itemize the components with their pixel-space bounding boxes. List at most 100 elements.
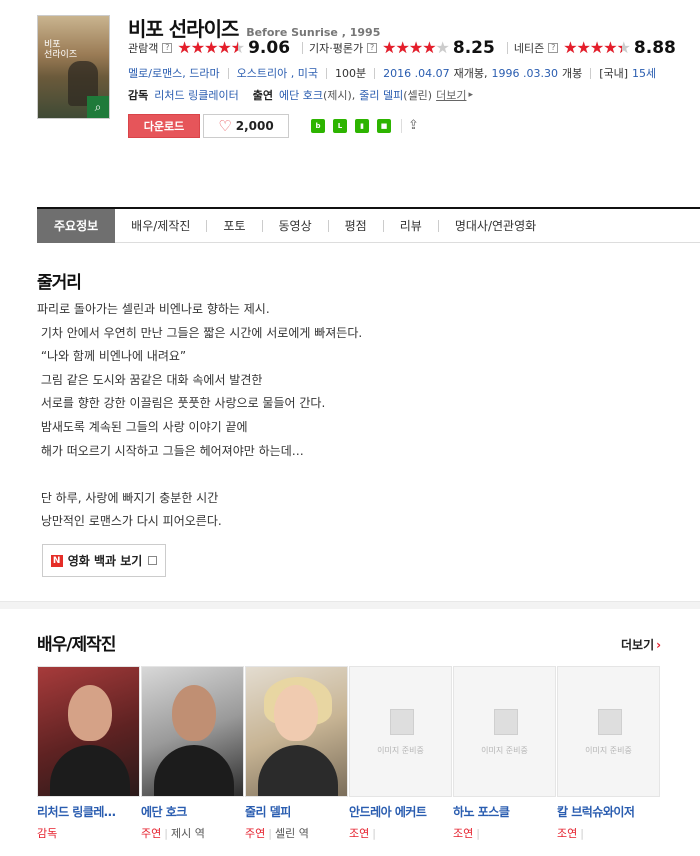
star-rating: ★★★★★★★★★★ (563, 38, 631, 57)
poster-title: 비포 선라이즈 (44, 40, 78, 60)
director-link[interactable]: 리처드 링클레이터 (154, 87, 238, 103)
genre-link[interactable]: 멜로/로맨스, 드라마 (128, 65, 220, 81)
cast-card[interactable]: 리처드 링클레… 감독 (37, 666, 140, 841)
divider (302, 42, 304, 54)
magnify-icon[interactable]: ⌕ (87, 96, 109, 118)
like-count: 2,000 (235, 119, 274, 133)
runtime: 100분 (335, 67, 367, 80)
external-link-icon (148, 556, 158, 565)
cast-name[interactable]: 하노 포스클 (453, 803, 556, 820)
rating-score: 8.25 (452, 38, 495, 58)
cast-photo[interactable] (141, 666, 244, 797)
line-icon[interactable]: L (333, 119, 347, 133)
encyclopedia-label: 영화 백과 보기 (67, 554, 143, 568)
action-row: 다운로드 ♡ 2,000 b L ▮ ■ ⇪ (128, 114, 424, 138)
cast-role: (제시), (322, 89, 356, 102)
synopsis-title: 줄거리 (37, 273, 82, 293)
image-placeholder-icon (494, 709, 518, 735)
rating-netizen: 네티즌 ? ★★★★★★★★★★ 8.88 (514, 38, 676, 58)
rerelease-note: 재개봉, (453, 67, 488, 80)
credits: 감독 리처드 링클레이터 출연 에단 호크 (제시), 줄리 델피 (셀린) 더… (128, 87, 473, 103)
cast-photo[interactable] (37, 666, 140, 797)
cast-card[interactable]: 에단 호크 주연 | 제시 역 (141, 666, 244, 841)
placeholder-text: 이미지 준비중 (377, 746, 424, 755)
cast-name[interactable]: 안드레아 에커트 (349, 803, 452, 820)
rating-score: 8.88 (633, 38, 676, 58)
tab-bar: 주요정보 배우/제작진 포토 동영상 평점 리뷰 명대사/연관영화 (37, 207, 700, 243)
divider (401, 119, 402, 133)
cast-role: 조연 | (557, 827, 584, 840)
me-icon[interactable]: ■ (377, 119, 391, 133)
help-icon[interactable]: ? (367, 43, 378, 53)
tab-photo[interactable]: 포토 (207, 209, 261, 243)
release-date[interactable]: 1996 .03.30 (491, 67, 557, 80)
cast-role: 주연 | 셀린 역 (245, 827, 309, 840)
share-icon[interactable]: ⇪ (408, 119, 424, 133)
credits-more-link[interactable]: 더보기 (436, 87, 466, 103)
cast-list: 리처드 링클레… 감독 에단 호크 주연 | 제시 역 줄리 델피 주연 | 셀린 역 … (37, 666, 700, 856)
share-icons: b L ▮ ■ ⇪ (311, 119, 424, 133)
star-rating: ★★★★★★★★★★ (177, 38, 245, 57)
placeholder-text: 이미지 준비중 (481, 746, 528, 755)
cast-photo[interactable] (245, 666, 348, 797)
cast-more-label: 더보기 (621, 638, 655, 652)
synopsis-text: 파리로 돌아가는 셀린과 비엔나로 향하는 제시. 기차 안에서 우연히 만난 … (37, 302, 363, 529)
cast-card[interactable]: 이미지 준비중 안드레아 에커트 조연 | (349, 666, 452, 841)
cast-card[interactable]: 이미지 준비중 하노 포스클 조연 | (453, 666, 556, 841)
rating-label: 기자·평론가 (309, 42, 364, 55)
cast-role: 주연 | 제시 역 (141, 827, 205, 840)
country-link[interactable]: 오스트리아 , 미국 (237, 65, 318, 81)
cast-photo-placeholder[interactable]: 이미지 준비중 (453, 666, 556, 797)
rating-label: 네티즌 (513, 42, 545, 55)
encyclopedia-button[interactable]: N 영화 백과 보기 (42, 544, 166, 577)
image-placeholder-icon (598, 709, 622, 735)
tab-rating[interactable]: 평점 (329, 209, 383, 243)
like-button[interactable]: ♡ 2,000 (203, 114, 289, 138)
naver-icon: N (50, 554, 63, 567)
tab-review[interactable]: 리뷰 (384, 209, 438, 243)
divider (506, 42, 508, 54)
cast-section-title: 배우/제작진 (37, 635, 116, 655)
blog-icon[interactable]: b (311, 119, 325, 133)
placeholder-text: 이미지 준비중 (585, 746, 632, 755)
cast-name[interactable]: 에단 호크 (141, 803, 244, 820)
cast-label: 출연 (252, 89, 273, 102)
cast-photo-placeholder[interactable]: 이미지 준비중 (349, 666, 452, 797)
cast-photo-placeholder[interactable]: 이미지 준비중 (557, 666, 660, 797)
cast-link[interactable]: 에단 호크 (279, 87, 323, 103)
chevron-right-icon: › (656, 638, 662, 652)
cast-link[interactable]: 줄리 델피 (359, 87, 403, 103)
star-fill: ★★★★★ (177, 40, 238, 56)
tab-main-info[interactable]: 주요정보 (37, 208, 116, 243)
grade-link[interactable]: 15세 (632, 65, 656, 81)
tab-video[interactable]: 동영상 (263, 209, 328, 243)
star-fill: ★★★★★ (563, 40, 622, 56)
ratings: 관람객 ? ★★★★★ ★★★★★ 9.06 기자·평론가 ? ★★★★★ ★★★★… (128, 37, 688, 59)
bookmark-icon[interactable]: ▮ (355, 119, 369, 133)
help-icon[interactable]: ? (162, 43, 173, 53)
cast-name[interactable]: 줄리 델피 (245, 803, 348, 820)
cast-name[interactable]: 리처드 링클레… (37, 803, 140, 820)
cast-card[interactable]: 이미지 준비중 칼 브럭슈와이저 조연 | (557, 666, 660, 841)
tab-quotes[interactable]: 명대사/연관영화 (439, 209, 552, 243)
rating-critics: 기자·평론가 ? ★★★★★★★★★★ 8.25 (309, 38, 495, 58)
cast-name[interactable]: 칼 브럭슈와이저 (557, 803, 660, 820)
release-note: 개봉 (561, 67, 583, 80)
rating-audience: 관람객 ? ★★★★★ ★★★★★ 9.06 (128, 38, 290, 58)
movie-poster[interactable]: 비포 선라이즈 ⌕ (37, 15, 110, 119)
cast-card[interactable]: 줄리 델피 주연 | 셀린 역 (245, 666, 348, 841)
movie-info: 멜로/로맨스, 드라마 오스트리아 , 미국 100분 2016 .04.07 … (128, 65, 656, 81)
cast-more-link[interactable]: 더보기 › (621, 636, 661, 653)
cast-role: 감독 (37, 827, 58, 840)
section-divider (0, 601, 700, 609)
tab-cast[interactable]: 배우/제작진 (115, 209, 206, 243)
help-icon[interactable]: ? (548, 43, 559, 53)
rating-score: 9.06 (248, 38, 291, 58)
rating-label: 관람객 (128, 42, 159, 55)
cast-role: (셀린) (403, 89, 433, 102)
director-label: 감독 (128, 89, 149, 102)
rerelease-date[interactable]: 2016 .04.07 (383, 67, 449, 80)
chevron-right-icon[interactable]: ▸ (468, 90, 473, 100)
heart-icon: ♡ (218, 117, 232, 135)
download-button[interactable]: 다운로드 (128, 114, 200, 138)
